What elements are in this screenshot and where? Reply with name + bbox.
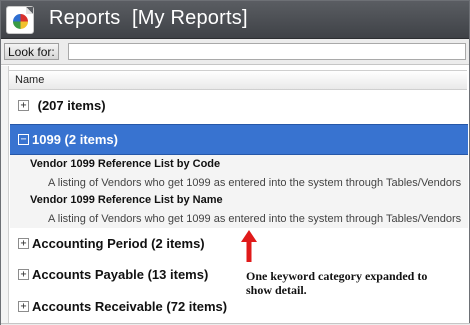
group-row-accounts-receivable[interactable]: + Accounts Receivable (72 items) — [10, 292, 240, 322]
report-name: Vendor 1099 Reference List by Code — [30, 158, 221, 170]
group-label: 1099 (2 items) — [32, 132, 118, 147]
title-bar: Reports [My Reports] — [1, 1, 469, 39]
column-header-name[interactable]: Name — [9, 70, 467, 90]
group-label: (207 items) — [34, 98, 106, 113]
look-for-label: Look for: — [4, 43, 59, 60]
report-description: A listing of Vendors who get 1099 as ent… — [48, 177, 462, 189]
group-row-1099[interactable]: − 1099 (2 items) — [10, 124, 468, 155]
report-name: Vendor 1099 Reference List by Name — [30, 194, 223, 206]
column-header-label: Name — [15, 74, 45, 86]
reports-app-icon — [6, 6, 34, 34]
window-title: Reports [My Reports] — [49, 7, 248, 29]
report-description: A listing of Vendors who get 1099 as ent… — [48, 213, 462, 225]
annotation-note: One keyword category expanded to show de… — [246, 269, 428, 297]
collapse-minus-icon[interactable]: − — [18, 134, 29, 145]
arrow-shape — [241, 230, 257, 262]
expand-plus-icon[interactable]: + — [18, 301, 29, 312]
grid-row-indicator-column — [1, 66, 9, 324]
report-row[interactable]: Vendor 1099 Reference List by Code A lis… — [10, 155, 468, 193]
report-row[interactable]: Vendor 1099 Reference List by Name A lis… — [10, 191, 468, 229]
page-fold-icon — [26, 7, 33, 14]
search-bar: Look for: — [1, 39, 469, 65]
color-ball-icon — [13, 14, 28, 29]
group-row-uncategorized[interactable]: + (207 items) — [10, 91, 468, 121]
search-input[interactable] — [68, 43, 466, 60]
expand-plus-icon[interactable]: + — [18, 269, 29, 280]
group-label: Accounts Receivable (72 items) — [32, 299, 228, 314]
group-label: Accounts Payable (13 items) — [32, 267, 209, 282]
group-row-accounts-payable[interactable]: + Accounts Payable (13 items) — [10, 260, 238, 290]
expand-plus-icon[interactable]: + — [18, 238, 29, 249]
reports-window: Reports [My Reports] Look for: Name + (2… — [0, 0, 470, 325]
annotation-arrow-icon — [241, 230, 257, 262]
expand-plus-icon[interactable]: + — [18, 100, 29, 111]
group-label: Accounting Period (2 items) — [32, 236, 205, 251]
